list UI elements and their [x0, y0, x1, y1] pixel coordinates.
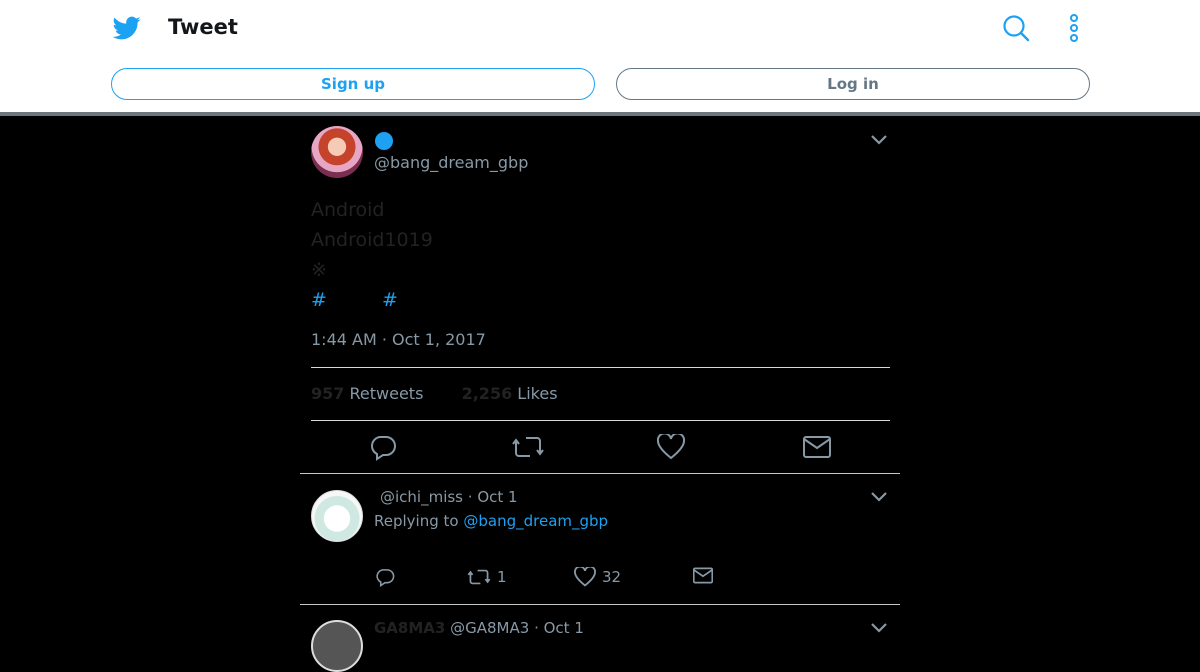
retweets-label: Retweets: [349, 384, 424, 403]
tweet-author-handle[interactable]: @bang_dream_gbp: [374, 153, 528, 172]
likes-count: 2,256: [461, 384, 513, 403]
tweet-timestamp[interactable]: 1:44 AM · Oct 1, 2017: [311, 330, 486, 349]
like-icon: [574, 567, 596, 587]
tweet-text-line: ※: [311, 259, 327, 281]
replying-to: Replying to @bang_dream_gbp: [374, 512, 608, 530]
reply-reply-button[interactable]: [374, 567, 396, 587]
chevron-down-icon[interactable]: [870, 491, 888, 503]
chevron-down-icon[interactable]: [870, 622, 888, 634]
reply-icon[interactable]: [369, 433, 397, 461]
reply-retweet-count: 1: [497, 568, 507, 586]
tweet-stats: 957 Retweets 2,256 Likes: [311, 384, 558, 403]
divider: [311, 367, 890, 368]
message-icon: [693, 567, 713, 584]
chevron-down-icon[interactable]: [870, 134, 888, 146]
reply-author-handle[interactable]: @ichi_miss: [380, 488, 463, 506]
reply-message-button[interactable]: [693, 567, 713, 584]
twitter-bird-icon[interactable]: [112, 14, 142, 42]
reply-like-button[interactable]: 32: [574, 567, 621, 587]
top-bar: Tweet Sign up Log in: [0, 0, 1200, 112]
like-icon[interactable]: [657, 434, 685, 460]
reply-header: @ichi_miss · Oct 1: [380, 488, 518, 506]
avatar[interactable]: [311, 490, 363, 542]
avatar[interactable]: [311, 126, 363, 178]
reply-date[interactable]: Oct 1: [477, 488, 517, 506]
retweet-icon: [467, 569, 491, 585]
divider: [311, 420, 890, 421]
likes-label: Likes: [517, 384, 558, 403]
more-vertical-icon[interactable]: [1063, 13, 1085, 43]
tweet-column: @bang_dream_gbp Android Android1019 ※ # …: [300, 116, 900, 672]
reply-header: GA8MA3 @GA8MA3 · Oct 1: [374, 619, 584, 637]
tweet-text-line: Android: [311, 199, 385, 221]
tweet-separator: [300, 473, 900, 474]
verified-badge-icon: [375, 132, 393, 150]
retweets-stat[interactable]: 957 Retweets: [311, 384, 423, 403]
reply-retweet-button[interactable]: 1: [467, 567, 507, 587]
reply-like-count: 32: [602, 568, 622, 586]
sign-up-button[interactable]: Sign up: [111, 68, 595, 100]
likes-stat[interactable]: 2,256 Likes: [462, 384, 558, 403]
tweet-separator: [300, 604, 900, 605]
replying-to-label: Replying to: [374, 512, 459, 530]
reply-icon: [376, 569, 395, 587]
search-icon[interactable]: [1001, 13, 1031, 43]
reply-author-name[interactable]: GA8MA3: [374, 619, 445, 637]
reply-author-handle[interactable]: @GA8MA3: [450, 619, 529, 637]
log-in-button[interactable]: Log in: [616, 68, 1090, 100]
tweet-text-line: Android1019: [311, 229, 433, 251]
avatar[interactable]: [311, 620, 363, 672]
message-icon[interactable]: [803, 436, 831, 458]
hashtag-link[interactable]: #: [311, 289, 327, 311]
retweet-icon[interactable]: [512, 433, 544, 461]
replying-to-link[interactable]: @bang_dream_gbp: [463, 512, 608, 530]
reply-date[interactable]: Oct 1: [544, 619, 584, 637]
hashtag-link[interactable]: #: [382, 289, 398, 311]
page-title: Tweet: [168, 15, 238, 39]
retweets-count: 957: [311, 384, 345, 403]
